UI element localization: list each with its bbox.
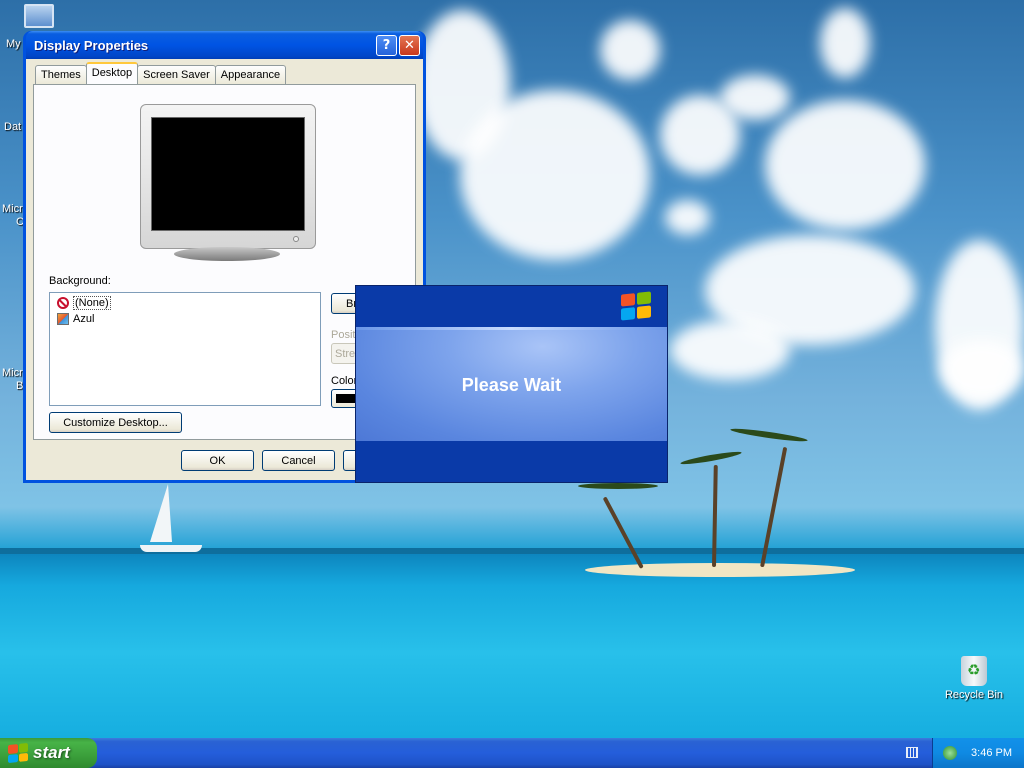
- palm-leaves: [729, 426, 809, 444]
- tab-desktop[interactable]: Desktop: [85, 62, 139, 84]
- list-item-label: (None): [73, 296, 111, 310]
- window-titlebar[interactable]: Display Properties ? ✕: [26, 31, 423, 59]
- tab-strip: Themes Desktop Screen Saver Appearance: [35, 62, 287, 84]
- my-computer-desktop-icon[interactable]: [24, 4, 54, 28]
- list-item-azul[interactable]: Azul: [52, 311, 318, 327]
- background-listbox[interactable]: (None) Azul: [49, 292, 321, 406]
- computer-icon: [24, 4, 54, 28]
- cloud: [940, 340, 1024, 400]
- cancel-button[interactable]: Cancel: [262, 450, 335, 471]
- desktop-icon-label[interactable]: Dat: [4, 121, 21, 133]
- monitor-preview: [140, 104, 316, 249]
- power-led-icon: [293, 236, 299, 242]
- clock[interactable]: 3:46 PM: [971, 747, 1012, 759]
- window-title: Display Properties: [34, 37, 149, 53]
- windows-logo-icon: [8, 742, 28, 764]
- sea: [0, 548, 1024, 738]
- sailboat-sail: [150, 484, 172, 542]
- start-button[interactable]: start: [0, 738, 97, 768]
- sailboat-hull: [140, 545, 202, 552]
- system-tray: 3:46 PM: [932, 738, 1024, 768]
- list-item-label: Azul: [73, 313, 95, 325]
- start-label: start: [33, 743, 70, 762]
- cloud: [665, 200, 710, 235]
- cloud: [765, 100, 925, 230]
- desktop-icon-label[interactable]: My: [6, 38, 21, 50]
- recycle-bin-icon: [961, 656, 987, 686]
- cloud: [820, 8, 870, 78]
- position-label: Positi: [331, 329, 358, 341]
- monitor-stand: [174, 247, 280, 261]
- cloud: [460, 90, 650, 260]
- tab-themes[interactable]: Themes: [35, 65, 87, 84]
- cloud: [600, 20, 660, 80]
- background-label: Background:: [49, 275, 111, 287]
- keyboard-icon[interactable]: [906, 747, 918, 758]
- island: [585, 563, 855, 577]
- palm-leaves: [679, 449, 743, 467]
- tab-screen-saver[interactable]: Screen Saver: [137, 65, 216, 84]
- none-icon: [57, 297, 69, 309]
- windows-logo-icon: [621, 291, 651, 321]
- close-icon: ✕: [404, 37, 415, 53]
- taskbar: start 3:46 PM: [0, 738, 1024, 768]
- cloud: [670, 320, 790, 380]
- help-icon: ?: [382, 37, 391, 53]
- list-item-none[interactable]: (None): [52, 295, 318, 311]
- wait-message-area: Please Wait: [356, 330, 667, 441]
- please-wait-message: Please Wait: [461, 375, 562, 395]
- help-button[interactable]: ?: [376, 34, 397, 56]
- recycle-bin-desktop-icon[interactable]: Recycle Bin: [944, 656, 1004, 701]
- customize-desktop-button[interactable]: Customize Desktop...: [49, 412, 182, 433]
- tab-appearance[interactable]: Appearance: [214, 65, 287, 84]
- network-icon[interactable]: [943, 746, 957, 760]
- recycle-bin-label: Recycle Bin: [944, 689, 1004, 701]
- cloud: [720, 75, 790, 120]
- please-wait-dialog: Please Wait: [355, 285, 668, 483]
- wait-footer-band: [356, 441, 667, 482]
- ok-button[interactable]: OK: [181, 450, 254, 471]
- wait-header-band: [356, 286, 667, 329]
- close-button[interactable]: ✕: [399, 34, 420, 56]
- monitor-screen-preview: [151, 117, 305, 231]
- image-file-icon: [57, 313, 69, 325]
- palm-leaves: [578, 483, 658, 489]
